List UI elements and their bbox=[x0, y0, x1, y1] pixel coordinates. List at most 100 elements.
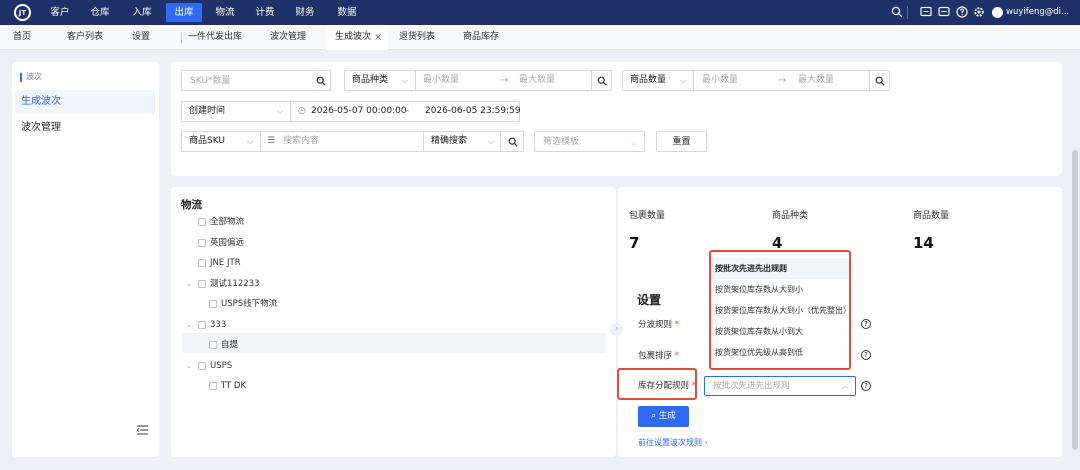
kind-search-button[interactable] bbox=[591, 70, 612, 91]
stock-alloc-label: 库存分配规则 * bbox=[638, 381, 696, 391]
nav-divider bbox=[907, 6, 908, 19]
logistics-row[interactable]: 自提 bbox=[171, 336, 601, 355]
search-icon: ⌕ bbox=[651, 411, 657, 421]
sidebar-item-generate-wave[interactable]: 生成波次 bbox=[21, 90, 61, 114]
logistics-title: 物流 bbox=[181, 199, 202, 211]
logistics-row[interactable]: 全部物流 bbox=[171, 213, 601, 232]
tab-return-list[interactable]: 退货列表 bbox=[395, 25, 439, 50]
logistics-checkbox[interactable] bbox=[198, 320, 206, 329]
dropdown-option[interactable]: 按货架位库存数从小到大 bbox=[711, 321, 849, 342]
tab-home[interactable]: 首页 bbox=[6, 25, 38, 50]
kind-min-input[interactable]: 最小数量 bbox=[423, 70, 459, 91]
page-scrollbar[interactable] bbox=[1072, 150, 1078, 450]
logistics-checkbox[interactable] bbox=[198, 218, 206, 226]
help-icon[interactable] bbox=[956, 6, 968, 18]
logistics-row[interactable]: USPS线下物流 bbox=[171, 295, 601, 314]
nav-item-data[interactable]: 数据 bbox=[329, 0, 365, 25]
reset-button[interactable]: 重置 bbox=[656, 131, 707, 152]
qty-search-button[interactable] bbox=[869, 70, 890, 91]
tab-customer-list[interactable]: 客户列表 bbox=[62, 25, 108, 50]
search-icon[interactable] bbox=[891, 6, 903, 18]
logistics-row[interactable]: ⌄ 测试112233 bbox=[171, 275, 601, 294]
message-icon[interactable] bbox=[938, 6, 950, 18]
stat-label-quantity: 商品数量 bbox=[913, 211, 950, 221]
exact-search-select[interactable]: 精确搜索 ⌵ bbox=[423, 131, 501, 152]
dropdown-option[interactable]: 按货架位优先级从高到低 bbox=[711, 342, 849, 363]
avatar[interactable] bbox=[992, 7, 1003, 18]
gear-icon[interactable] bbox=[973, 6, 985, 18]
tab-dropship-outbound[interactable]: 一件代发出库 bbox=[186, 25, 244, 50]
logistics-row[interactable]: JNE JTR bbox=[171, 254, 601, 273]
help-icon[interactable]: ? bbox=[861, 319, 871, 329]
nav-item-logistics[interactable]: 物流 bbox=[207, 0, 243, 25]
expand-arrow-icon[interactable]: › bbox=[610, 323, 623, 336]
tab-generate-wave-label: 生成波次 bbox=[335, 32, 372, 42]
logistics-checkbox[interactable] bbox=[198, 259, 206, 267]
collapse-menu-icon[interactable] bbox=[137, 425, 148, 435]
logistics-checkbox[interactable] bbox=[198, 238, 206, 247]
filter-panel: SKU*数量 商品种类 ⌵ 最小数量 → 最大数量 商品数量 ⌵ 最小数量 → … bbox=[171, 62, 1062, 176]
logistics-checkbox[interactable] bbox=[198, 279, 206, 288]
stat-label-kinds: 商品种类 bbox=[772, 211, 809, 221]
date-separator: - bbox=[406, 106, 410, 116]
chevron-down-icon: ⌵ bbox=[277, 107, 284, 116]
kind-select[interactable]: 商品种类 ⌵ bbox=[344, 70, 416, 91]
logo-icon[interactable]: JT bbox=[14, 4, 31, 21]
dropdown-option[interactable]: 按货架位库存数从大到小 bbox=[711, 279, 849, 300]
expand-chevron-icon[interactable]: ⌄ bbox=[186, 316, 192, 335]
nav-item-billing[interactable]: 计费 bbox=[247, 0, 283, 25]
sku-search-button[interactable] bbox=[312, 70, 331, 91]
nav-item-warehouse[interactable]: 仓库 bbox=[82, 0, 118, 25]
nav-item-outbound[interactable]: 出库 bbox=[166, 3, 202, 22]
user-name[interactable]: wuyifeng@di... bbox=[1006, 0, 1069, 25]
logistics-panel: 物流 全部物流英国偏远 JNE JTR ⌄ 测试112233 USPS线下物流 ⌄ 333 自… bbox=[171, 187, 616, 457]
sku-qty-placeholder: SKU*数量 bbox=[190, 76, 231, 86]
logistics-label: JNE JTR bbox=[210, 258, 241, 268]
list-search-icon: ☰ bbox=[267, 136, 276, 146]
dropdown-option[interactable]: 按批次先进先出规则 bbox=[711, 258, 849, 279]
qty-select[interactable]: 商品数量 ⌵ bbox=[622, 70, 694, 91]
dropdown-option[interactable]: 按货架位库存数从大到小（优先整出） bbox=[711, 300, 851, 321]
stock-alloc-select[interactable]: 按批次先进先出规则 ︿ bbox=[704, 376, 856, 396]
logistics-checkbox[interactable] bbox=[198, 361, 206, 370]
close-icon[interactable]: × bbox=[374, 25, 382, 50]
logistics-row[interactable]: 英国偏远 bbox=[171, 234, 601, 253]
monitor-icon[interactable] bbox=[920, 6, 932, 18]
tab-product-inventory[interactable]: 商品库存 bbox=[459, 25, 503, 50]
nav-item-inbound[interactable]: 入库 bbox=[124, 0, 160, 25]
wave-rule-settings-link[interactable]: 前往设置波次规则 › bbox=[638, 437, 708, 448]
section-marker bbox=[20, 73, 22, 82]
sidebar-item-wave-management[interactable]: 波次管理 bbox=[21, 116, 61, 140]
expand-chevron-icon[interactable]: ⌄ bbox=[186, 275, 192, 294]
search-content-input[interactable]: 搜索内容 bbox=[283, 131, 319, 152]
sku-field-select[interactable]: 商品SKU ⌵ bbox=[181, 131, 261, 152]
sku-search-submit[interactable] bbox=[501, 131, 524, 152]
logistics-checkbox[interactable] bbox=[209, 382, 217, 390]
nav-item-finance[interactable]: 财务 bbox=[287, 0, 323, 25]
sku-qty-input[interactable]: SKU*数量 bbox=[181, 70, 331, 91]
expand-chevron-icon[interactable]: ⌄ bbox=[186, 357, 192, 376]
help-icon[interactable]: ? bbox=[861, 381, 871, 391]
end-date-input[interactable]: 2026-06-05 23:59:59 bbox=[425, 101, 521, 122]
tab-wave-management[interactable]: 波次管理 bbox=[265, 25, 311, 50]
logistics-checkbox[interactable] bbox=[209, 341, 217, 349]
filter-template-select[interactable]: 筛选模板 ⌵ bbox=[534, 131, 645, 152]
generate-button[interactable]: ⌕ 生成 bbox=[638, 406, 689, 427]
logistics-label: 全部物流 bbox=[210, 217, 245, 227]
time-type-select[interactable]: 创建时间 ⌵ bbox=[181, 101, 291, 122]
qty-min-input[interactable]: 最小数量 bbox=[702, 70, 738, 91]
tab-settings[interactable]: 设置 bbox=[126, 25, 156, 50]
nav-item-customer[interactable]: 客户 bbox=[42, 0, 78, 25]
tab-generate-wave[interactable]: 生成波次 × bbox=[326, 25, 388, 50]
chevron-down-icon: ⌵ bbox=[680, 76, 687, 85]
logistics-row[interactable]: ⌄ USPS bbox=[171, 357, 601, 376]
chevron-down-icon: ⌵ bbox=[488, 137, 495, 146]
arrow-right-icon: → bbox=[778, 75, 787, 86]
help-icon[interactable]: ? bbox=[861, 350, 871, 360]
logistics-row[interactable]: ⌄ 333 bbox=[171, 316, 601, 335]
logistics-row[interactable]: TT DK bbox=[171, 377, 601, 396]
kind-max-input[interactable]: 最大数量 bbox=[519, 70, 555, 91]
logistics-checkbox[interactable] bbox=[209, 300, 217, 308]
start-date-input[interactable]: 2026-05-07 00:00:00 bbox=[311, 101, 407, 122]
qty-max-input[interactable]: 最大数量 bbox=[798, 70, 834, 91]
